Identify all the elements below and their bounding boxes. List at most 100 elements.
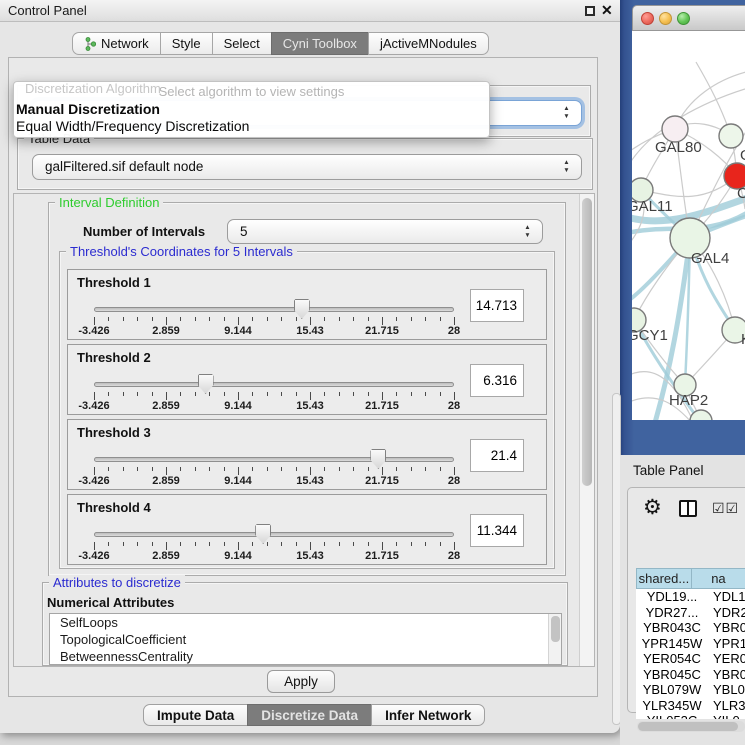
checkbox-icons[interactable]: ☑☑ xyxy=(712,500,739,517)
float-window-icon[interactable] xyxy=(585,6,595,16)
network-icon xyxy=(84,37,96,51)
combo-arrows-icon: ▲▼ xyxy=(562,159,571,175)
scrollbar-thumb[interactable] xyxy=(638,722,738,731)
cell-shared-name: YBR043C xyxy=(636,620,708,636)
slider-thumb[interactable] xyxy=(255,524,271,544)
attributes-group-title: Attributes to discretize xyxy=(49,575,185,590)
table-row[interactable]: YBL079WYBL0 xyxy=(636,682,745,698)
threshold-value-field[interactable]: 21.4 xyxy=(470,439,524,472)
attributes-listbox[interactable]: SelfLoopsTopologicalCoefficientBetweenne… xyxy=(49,613,562,665)
column-layout-icon[interactable] xyxy=(679,500,697,517)
slider-thumb[interactable] xyxy=(370,449,386,469)
attributes-group: Attributes to discretize Numerical Attri… xyxy=(42,582,568,666)
slider-scale-label: -3.426 xyxy=(69,400,119,412)
threshold-value-field[interactable]: 14.713 xyxy=(470,289,524,322)
cell-name: YBR0 xyxy=(708,667,745,683)
slider-track[interactable] xyxy=(94,532,454,537)
network-window-titlebar xyxy=(632,5,745,31)
window-title: Control Panel xyxy=(8,3,87,18)
slider-scale-label: 21.715 xyxy=(357,475,407,487)
node-label: GAL80 xyxy=(655,139,702,156)
slider-thumb[interactable] xyxy=(294,299,310,319)
slider-track[interactable] xyxy=(94,457,454,462)
scrollbar-thumb[interactable] xyxy=(582,198,592,486)
slider-thumb[interactable] xyxy=(198,374,214,394)
table-row[interactable]: YDL19...YDL1 xyxy=(636,589,745,605)
threshold-panel-threshold-4: Threshold 4-3.4262.8599.14415.4321.71528… xyxy=(67,494,547,565)
threshold-panel-threshold-3: Threshold 3-3.4262.8599.14415.4321.71528… xyxy=(67,419,547,490)
tab-label: jActiveMNodules xyxy=(380,36,477,51)
table-data-select[interactable]: galFiltered.sif default node ▲▼ xyxy=(32,154,582,180)
tab-label: Network xyxy=(101,36,149,51)
algorithm-option-equal-width-frequency-discretization[interactable]: Equal Width/Frequency Discretization xyxy=(14,118,489,135)
close-traffic-light[interactable] xyxy=(641,12,654,25)
gear-icon[interactable]: ⚙ xyxy=(643,497,662,519)
table-row[interactable]: YDR27...YDR2 xyxy=(636,605,745,621)
threshold-label: Threshold 3 xyxy=(77,425,151,440)
threshold-value-field[interactable]: 11.344 xyxy=(470,514,524,547)
cell-shared-name: YPR145W xyxy=(636,636,708,652)
table-row[interactable]: YBR043CYBR0 xyxy=(636,620,745,636)
slider-scale-label: 2.859 xyxy=(141,400,191,412)
cell-shared-name: YBL079W xyxy=(636,682,708,698)
slider-track[interactable] xyxy=(94,382,454,387)
slider-scale-label: 21.715 xyxy=(357,550,407,562)
threshold-panel-threshold-1: Threshold 1-3.4262.8599.14415.4321.71528… xyxy=(67,269,547,340)
slider-scale-label: 28 xyxy=(429,550,479,562)
settings-scrollbar[interactable] xyxy=(579,194,594,666)
column-header-shared[interactable]: shared... xyxy=(636,568,692,589)
network-node[interactable] xyxy=(719,124,743,148)
node-label: C xyxy=(737,185,745,202)
cell-name: YDR2 xyxy=(708,605,745,621)
tab-select[interactable]: Select xyxy=(212,32,272,55)
table-horizontal-scrollbar[interactable] xyxy=(637,721,745,732)
slider-scale-label: 15.43 xyxy=(285,400,335,412)
control-panel-window: Control Panel ✕ Network StyleSelectCyni T… xyxy=(0,0,620,733)
table-row[interactable]: YBR045CYBR0 xyxy=(636,667,745,683)
tab-style[interactable]: Style xyxy=(160,32,213,55)
attributes-scrollbar[interactable] xyxy=(548,614,561,664)
attribute-item-betweennesscentrality[interactable]: BetweennessCentrality xyxy=(50,648,561,665)
algorithm-group-title: Discretization Algorithm xyxy=(25,81,161,96)
tab-impute-data[interactable]: Impute Data xyxy=(143,704,248,726)
tab-jactivemnodules[interactable]: jActiveMNodules xyxy=(368,32,489,55)
thresholds-group-title: Threshold's Coordinates for 5 Intervals xyxy=(66,244,297,259)
apply-button[interactable]: Apply xyxy=(267,670,335,693)
zoom-traffic-light[interactable] xyxy=(677,12,690,25)
table-row[interactable]: YER054CYER0 xyxy=(636,651,745,667)
slider-scale-label: 28 xyxy=(429,400,479,412)
number-of-intervals-spinner[interactable]: 5 ▲▼ xyxy=(227,219,543,244)
close-icon[interactable]: ✕ xyxy=(601,2,613,19)
top-tab-bar: Network StyleSelectCyni Toolbox jActiveMNo… xyxy=(72,32,489,55)
algorithm-option-manual-discretization[interactable]: Manual Discretization xyxy=(14,101,489,118)
minimize-traffic-light[interactable] xyxy=(659,12,672,25)
node-label: H xyxy=(741,331,745,348)
network-graph[interactable] xyxy=(632,31,745,420)
column-header-name[interactable]: na xyxy=(692,568,745,589)
threshold-label: Threshold 4 xyxy=(77,500,151,515)
table-row[interactable]: YLR345WYLR3 xyxy=(636,698,745,714)
table-panel: Table Panel ⚙ ☑☑ shared... na YDL19...YD… xyxy=(620,455,745,745)
attribute-item-topologicalcoefficient[interactable]: TopologicalCoefficient xyxy=(50,631,561,648)
tab-discretize-data[interactable]: Discretize Data xyxy=(247,704,372,726)
slider-scale-label: 28 xyxy=(429,475,479,487)
tab-network[interactable]: Network xyxy=(72,32,161,55)
slider-scale-label: 2.859 xyxy=(141,550,191,562)
network-canvas[interactable]: GAL80 G C GAL11 GAL4 GCY1 H HAP2 xyxy=(632,31,745,420)
attribute-item-selfloops[interactable]: SelfLoops xyxy=(50,614,561,631)
threshold-label: Threshold 2 xyxy=(77,350,151,365)
tab-infer-network[interactable]: Infer Network xyxy=(371,704,485,726)
tab-cyni-toolbox[interactable]: Cyni Toolbox xyxy=(271,32,369,55)
table-panel-title: Table Panel xyxy=(633,463,704,478)
cell-shared-name: YDR27... xyxy=(636,605,708,621)
table-row[interactable]: YPR145WYPR1 xyxy=(636,636,745,652)
node-label: GCY1 xyxy=(632,327,668,344)
slider-scale-label: -3.426 xyxy=(69,475,119,487)
table-row[interactable]: YIL052CYIL0 xyxy=(636,713,745,719)
cell-shared-name: YLR345W xyxy=(636,698,708,714)
dropdown-options: Manual DiscretizationEqual Width/Frequen… xyxy=(14,101,489,135)
slider-track[interactable] xyxy=(94,307,454,312)
slider-scale-label: 15.43 xyxy=(285,325,335,337)
slider-scale-label: 2.859 xyxy=(141,475,191,487)
threshold-value-field[interactable]: 6.316 xyxy=(470,364,524,397)
